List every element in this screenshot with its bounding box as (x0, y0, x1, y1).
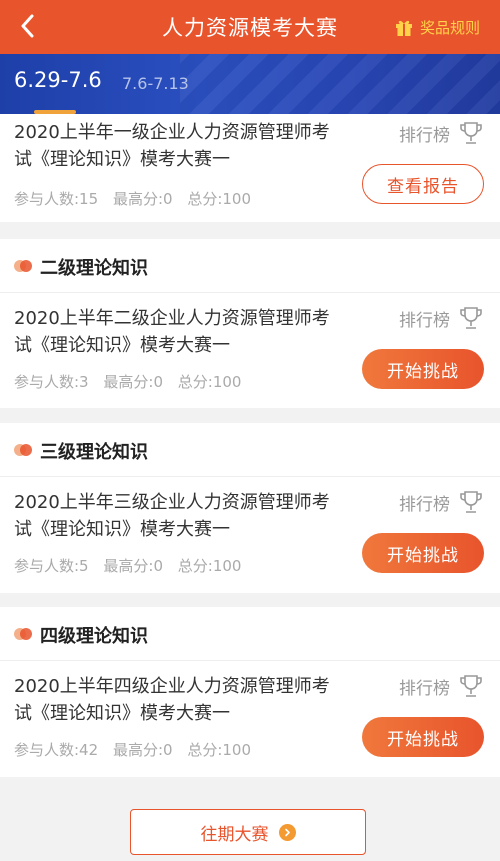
trophy-icon (460, 675, 482, 697)
category-header: 三级理论知识 (0, 423, 500, 477)
category-header: 二级理论知识 (0, 239, 500, 293)
leaderboard-label: 排行榜 (399, 125, 450, 146)
trophy-icon (460, 307, 482, 329)
exam-card-level-2: 二级理论知识 2020上半年二级企业人力资源管理师考试《理论知识》模考大赛一 排… (0, 239, 500, 408)
leaderboard-label: 排行榜 (399, 494, 450, 515)
exam-title[interactable]: 2020上半年二级企业人力资源管理师考试《理论知识》模考大赛一 (14, 305, 344, 359)
total-score: 总分:100 (177, 557, 242, 575)
leaderboard-button[interactable]: 排行榜 (399, 305, 484, 331)
start-challenge-button[interactable]: 开始挑战 (362, 349, 484, 389)
gift-icon (395, 20, 412, 36)
category-dot-icon (14, 444, 34, 456)
trophy-icon (460, 491, 482, 513)
exam-stats: 参与人数:3 最高分:0 总分:100 (14, 371, 251, 392)
week-tab-bar: 6.29-7.6 7.6-7.13 (0, 54, 500, 114)
exam-card-level-4: 四级理论知识 2020上半年四级企业人力资源管理师考试《理论知识》模考大赛一 排… (0, 607, 500, 777)
leaderboard-button[interactable]: 排行榜 (399, 673, 484, 699)
participants-count: 参与人数:3 (14, 373, 89, 391)
participants-count: 参与人数:15 (14, 190, 99, 208)
trophy-icon (460, 122, 482, 144)
prize-rules-button[interactable]: 奖品规则 (394, 14, 480, 40)
high-score: 最高分:0 (112, 741, 173, 759)
exam-stats: 参与人数:42 最高分:0 总分:100 (14, 739, 261, 760)
prize-rules-label: 奖品规则 (419, 18, 480, 37)
category-dot-icon (14, 260, 34, 272)
past-contests-label: 往期大赛 (200, 824, 269, 845)
high-score: 最高分:0 (103, 557, 163, 575)
exam-card-level-1: 2020上半年一级企业人力资源管理师考试《理论知识》模考大赛一 排行榜 参与人数… (0, 114, 500, 222)
category-header: 四级理论知识 (0, 607, 500, 661)
back-button[interactable] (12, 10, 42, 42)
view-report-button[interactable]: 查看报告 (362, 164, 484, 204)
start-challenge-button[interactable]: 开始挑战 (362, 533, 484, 573)
start-challenge-button[interactable]: 开始挑战 (362, 717, 484, 757)
leaderboard-label: 排行榜 (399, 678, 450, 699)
category-dot-icon (14, 628, 34, 640)
chevron-left-icon (21, 14, 34, 38)
leaderboard-button[interactable]: 排行榜 (399, 120, 484, 146)
arrow-right-circle-icon (278, 823, 296, 841)
total-score: 总分:100 (177, 373, 242, 391)
exam-card-level-3: 三级理论知识 2020上半年三级企业人力资源管理师考试《理论知识》模考大赛一 排… (0, 423, 500, 593)
page-title: 人力资源模考大赛 (162, 16, 338, 40)
app-header: 人力资源模考大赛 奖品规则 (0, 0, 500, 54)
participants-count: 参与人数:42 (14, 741, 99, 759)
tab-week-1[interactable]: 6.29-7.6 (14, 68, 102, 92)
participants-count: 参与人数:5 (14, 557, 89, 575)
past-contests-button[interactable]: 往期大赛 (130, 809, 366, 855)
total-score: 总分:100 (187, 190, 252, 208)
tab-week-2[interactable]: 7.6-7.13 (122, 74, 189, 93)
leaderboard-label: 排行榜 (399, 310, 450, 331)
exam-title[interactable]: 2020上半年四级企业人力资源管理师考试《理论知识》模考大赛一 (14, 673, 344, 727)
exam-title[interactable]: 2020上半年一级企业人力资源管理师考试《理论知识》模考大赛一 (14, 119, 344, 173)
high-score: 最高分:0 (112, 190, 173, 208)
leaderboard-button[interactable]: 排行榜 (399, 489, 484, 515)
category-title: 三级理论知识 (40, 442, 148, 463)
high-score: 最高分:0 (103, 373, 163, 391)
total-score: 总分:100 (187, 741, 252, 759)
exam-title[interactable]: 2020上半年三级企业人力资源管理师考试《理论知识》模考大赛一 (14, 489, 344, 543)
category-title: 二级理论知识 (40, 258, 148, 279)
exam-stats: 参与人数:5 最高分:0 总分:100 (14, 555, 251, 576)
category-title: 四级理论知识 (40, 626, 148, 647)
exam-stats: 参与人数:15 最高分:0 总分:100 (14, 188, 261, 209)
